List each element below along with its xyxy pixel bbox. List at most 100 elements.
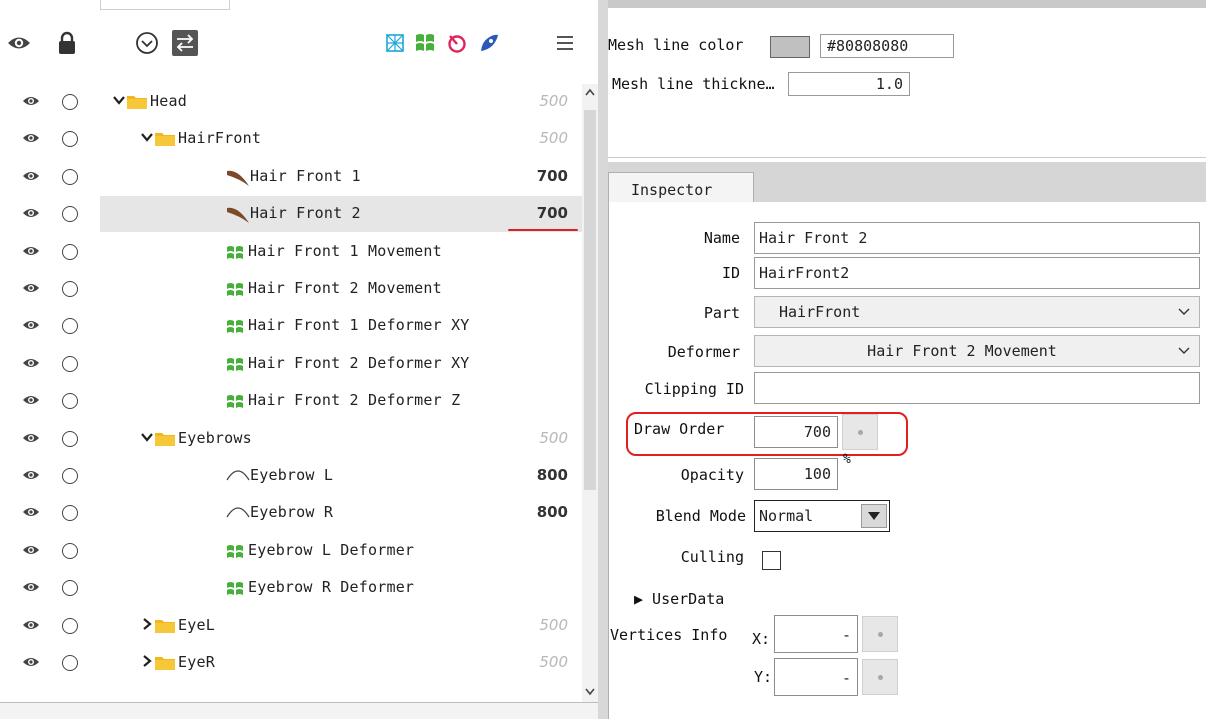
vertices-x-field[interactable]: - — [774, 615, 858, 653]
userdata-toggle[interactable]: ▶ UserData — [634, 590, 724, 608]
scroll-down-icon[interactable] — [584, 684, 596, 698]
lock-toggle-icon[interactable] — [62, 468, 78, 484]
tree-row[interactable]: Eyebrow L 800 — [0, 458, 582, 494]
scroll-up-icon[interactable] — [584, 86, 596, 100]
draw-order-link-button[interactable] — [842, 414, 878, 450]
part-dropdown[interactable]: HairFront — [754, 296, 1200, 328]
deformer-dropdown[interactable]: Hair Front 2 Movement — [754, 335, 1200, 367]
visibility-eye-icon[interactable] — [22, 618, 40, 632]
chevron-down-icon[interactable] — [112, 93, 126, 107]
warp-deformer-icon — [226, 357, 248, 377]
tree-row[interactable]: Hair Front 1 700 — [0, 159, 582, 195]
chevron-down-icon[interactable] — [140, 430, 154, 444]
lock-toggle-icon[interactable] — [62, 206, 78, 223]
tree-row[interactable]: Hair Front 1 Movement — [0, 234, 582, 270]
swap-icon[interactable] — [170, 28, 200, 58]
palette-toolbar — [0, 10, 598, 78]
lock-toggle-icon[interactable] — [62, 617, 78, 634]
visibility-eye-icon[interactable] — [22, 655, 40, 669]
lock-toggle-icon[interactable] — [62, 655, 78, 671]
id-field[interactable]: HairFront2 — [754, 257, 1200, 289]
lock-toggle-icon[interactable] — [62, 393, 78, 410]
tree-row-label: Hair Front 2 Deformer XY — [248, 353, 470, 372]
visibility-eye-icon[interactable] — [22, 505, 40, 519]
expand-circle-icon[interactable] — [132, 28, 162, 58]
visibility-eye-icon[interactable] — [22, 393, 40, 407]
visibility-eye-icon[interactable] — [22, 206, 40, 220]
tree-row[interactable]: Hair Front 2 700 — [0, 196, 582, 233]
lock-toggle-icon[interactable] — [62, 131, 78, 148]
tree-row[interactable]: Head 500 — [0, 84, 582, 120]
draw-order-value: 800 — [536, 466, 568, 484]
visibility-eye-icon[interactable] — [22, 468, 40, 482]
chevron-right-icon[interactable] — [140, 654, 154, 668]
opacity-label: Opacity — [680, 466, 744, 484]
draw-order-value: 500 — [539, 92, 568, 110]
visibility-eye-icon[interactable] — [22, 94, 40, 108]
visibility-eye-icon[interactable] — [22, 580, 40, 594]
tree-row[interactable]: Eyebrow L Deformer — [0, 533, 582, 569]
vertices-x-label: X: — [752, 630, 771, 648]
tree-row[interactable]: Hair Front 2 Movement — [0, 271, 582, 307]
chevron-right-icon[interactable] — [140, 617, 154, 631]
draw-order-value: 700 — [536, 166, 568, 185]
glue-filter-icon[interactable] — [474, 28, 504, 58]
visibility-eye-icon[interactable] — [22, 281, 40, 295]
tree-row[interactable]: Eyebrows 500 — [0, 421, 582, 457]
lock-toggle-icon[interactable] — [62, 281, 78, 297]
lock-toggle-icon[interactable] — [62, 318, 78, 335]
tree-row[interactable]: HairFront 500 — [0, 121, 582, 157]
tree-row[interactable]: Hair Front 1 Deformer XY — [0, 308, 582, 344]
vertices-y-field[interactable]: - — [774, 658, 858, 696]
tree-row[interactable]: Eyebrow R Deformer — [0, 570, 582, 606]
folder-icon — [154, 429, 176, 449]
id-label: ID — [721, 264, 740, 282]
panel-divider[interactable] — [598, 0, 608, 719]
draw-order-field[interactable]: 700 — [754, 416, 838, 448]
art-mesh-filter-icon[interactable] — [380, 28, 410, 58]
lock-toggle-icon[interactable] — [62, 542, 78, 559]
tree-row[interactable]: Hair Front 2 Deformer Z — [0, 383, 582, 419]
lock-icon[interactable] — [52, 28, 82, 58]
chevron-down-icon[interactable] — [140, 130, 154, 144]
culling-checkbox[interactable] — [762, 551, 781, 570]
mesh-line-thickness-label: Mesh line thickne… — [612, 75, 775, 93]
tree-row[interactable]: EyeR 500 — [0, 645, 582, 681]
tree-row-label: Hair Front 2 — [250, 204, 361, 223]
lock-toggle-icon[interactable] — [62, 94, 78, 110]
visibility-eye-icon[interactable] — [22, 169, 40, 183]
lock-toggle-icon[interactable] — [62, 430, 78, 447]
rotation-deformer-filter-icon[interactable] — [442, 28, 472, 58]
visibility-eye-icon[interactable] — [22, 543, 40, 557]
visibility-eye-icon[interactable] — [22, 431, 40, 445]
opacity-field[interactable]: 100 — [754, 458, 838, 490]
lock-toggle-icon[interactable] — [62, 243, 78, 260]
mesh-line-thickness-field[interactable]: 1.0 — [788, 72, 910, 96]
name-field[interactable]: Hair Front 2 — [754, 222, 1200, 254]
lock-toggle-icon[interactable] — [62, 168, 78, 185]
vertices-x-link-button[interactable] — [862, 616, 898, 652]
lock-toggle-icon[interactable] — [62, 580, 78, 597]
blend-mode-label: Blend Mode — [655, 507, 746, 525]
mesh-line-color-swatch[interactable] — [770, 36, 810, 58]
visibility-eye-icon[interactable] — [22, 131, 40, 145]
parts-tree: Head 500 HairFront 500 Hair Front 1 700 Hair F… — [0, 84, 582, 702]
eye-icon[interactable] — [4, 28, 34, 58]
tab-inspector[interactable]: Inspector — [608, 172, 754, 206]
tree-row[interactable]: Hair Front 2 Deformer XY — [0, 346, 582, 382]
tree-row[interactable]: Eyebrow R 800 — [0, 495, 582, 531]
visibility-eye-icon[interactable] — [22, 318, 40, 332]
tree-row[interactable]: EyeL 500 — [0, 608, 582, 644]
visibility-eye-icon[interactable] — [22, 244, 40, 258]
lock-toggle-icon[interactable] — [62, 355, 78, 372]
vertices-y-link-button[interactable] — [862, 659, 898, 695]
lock-toggle-icon[interactable] — [62, 505, 78, 522]
tree-scroll-thumb[interactable] — [584, 110, 596, 490]
menu-icon[interactable] — [550, 28, 580, 58]
blend-mode-select[interactable]: Normal — [754, 500, 890, 532]
warp-deformer-filter-icon[interactable] — [410, 28, 440, 58]
visibility-eye-icon[interactable] — [22, 356, 40, 370]
mesh-line-color-field[interactable]: #80808080 — [820, 34, 954, 58]
chevron-down-icon — [1178, 347, 1190, 354]
clipping-id-field[interactable] — [754, 372, 1200, 404]
